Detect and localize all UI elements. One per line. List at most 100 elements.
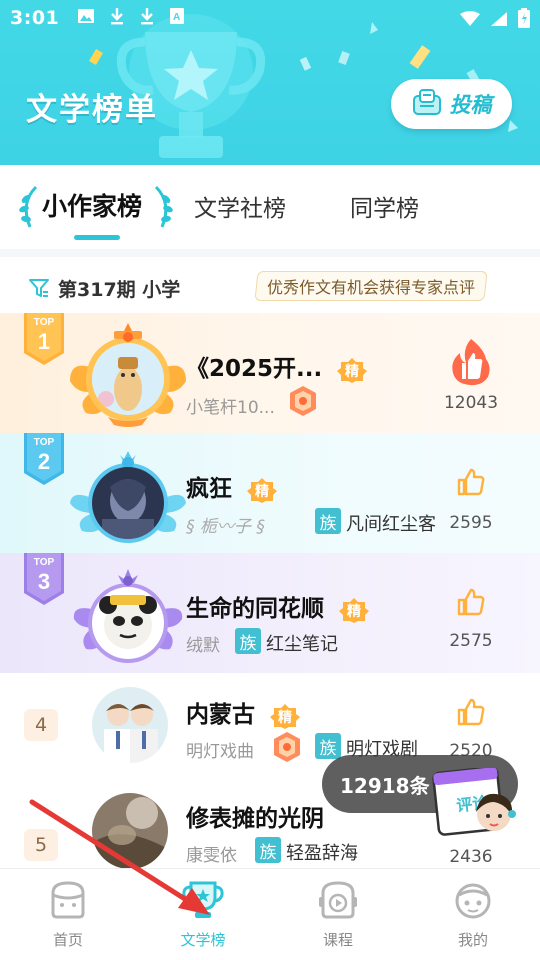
top-label: TOP	[34, 437, 55, 448]
author-name[interactable]: 康雯依	[186, 841, 237, 866]
article-title: 《2025开... 精	[186, 349, 368, 383]
svg-text:A: A	[173, 12, 180, 23]
author-name-text: 栀〰子	[199, 517, 251, 537]
author-name[interactable]: 绒默	[186, 631, 220, 656]
article-title-text: 内蒙古	[186, 702, 255, 728]
article-title: 疯狂 精	[186, 469, 278, 503]
top-label: TOP	[34, 317, 55, 328]
top-2-badge: TOP 2	[24, 433, 64, 485]
like-icon[interactable]	[456, 467, 486, 497]
comment-mascot-icon[interactable]: 评论	[430, 768, 520, 842]
profile-robot-icon	[455, 883, 491, 919]
avatar[interactable]	[92, 467, 164, 539]
submit-icon	[412, 88, 442, 120]
level-badge-icon	[274, 732, 300, 762]
signal-icon	[490, 10, 508, 32]
article-title-text: 疯狂	[186, 476, 232, 502]
issue-grade-filter[interactable]: 第317期 小学	[58, 275, 180, 302]
article-title-text: 《2025开...	[186, 356, 323, 382]
tab-classmates[interactable]: 同学榜	[350, 189, 419, 223]
rank-number: 2	[38, 449, 50, 474]
like-icon[interactable]	[456, 697, 486, 727]
header-banner: 3:01 A 文学榜单 投稿	[0, 0, 540, 165]
nav-label: 首页	[52, 931, 83, 949]
article-title: 内蒙古 精	[186, 695, 301, 729]
svg-text:精: 精	[345, 363, 359, 380]
page-title: 文学榜单	[26, 92, 158, 128]
like-count: 2436	[449, 847, 493, 867]
article-title-text: 修表摊的光阴	[186, 806, 324, 832]
course-play-icon	[319, 881, 357, 919]
like-count: 12043	[443, 393, 499, 413]
expert-review-promo: 优秀作文有机会获得专家点评	[254, 271, 488, 301]
article-title: 修表摊的光阴	[186, 799, 324, 833]
featured-badge: 精	[339, 597, 370, 623]
author-name[interactable]: § 栀〰子 §	[186, 512, 265, 537]
top-label: TOP	[34, 557, 55, 568]
svg-text:精: 精	[255, 483, 269, 500]
laurel-left-icon	[19, 185, 38, 228]
promo-text: 优秀作文有机会获得专家点评	[267, 278, 476, 297]
nav-label: 课程	[322, 931, 353, 949]
avatar[interactable]	[92, 793, 168, 868]
ranking-tabs: 小作家榜 文学社榜 同学榜	[0, 165, 540, 249]
tab-young-writers[interactable]: 小作家榜	[42, 187, 142, 223]
avatar[interactable]	[92, 587, 164, 659]
top-1-badge: TOP 1	[24, 313, 64, 365]
author-name[interactable]: 明灯戏曲	[186, 737, 254, 762]
avatar-frame-silver	[68, 441, 188, 551]
app-notification-icon: A	[169, 7, 185, 30]
avatar[interactable]	[92, 343, 164, 415]
author-ornament-icon: §	[186, 517, 200, 537]
rank-number: 5	[24, 829, 58, 861]
clan-badge: 族	[315, 733, 341, 759]
laurel-right-icon	[154, 185, 173, 228]
article-title-text: 生命的同花顺	[186, 596, 324, 622]
comment-count: 12918条	[340, 774, 430, 798]
rank-number: 4	[24, 709, 58, 741]
article-title: 生命的同花顺 精	[186, 589, 370, 623]
clan-name[interactable]: 凡间红尘客	[346, 510, 436, 536]
nav-literature-rank[interactable]: 文学榜	[163, 879, 243, 950]
trophy-icon	[182, 881, 224, 918]
image-notification-icon	[77, 7, 95, 29]
like-icon-hot[interactable]	[448, 337, 494, 387]
battery-icon	[518, 8, 530, 33]
featured-badge: 精	[337, 357, 368, 383]
nav-profile[interactable]: 我的	[433, 879, 513, 950]
top-3-badge: TOP 3	[24, 553, 64, 605]
home-icon	[51, 881, 85, 919]
submit-label: 投稿	[449, 93, 492, 117]
level-badge-icon	[290, 386, 316, 416]
nav-courses[interactable]: 课程	[298, 879, 378, 950]
svg-text:精: 精	[278, 709, 292, 726]
submit-article-button[interactable]: 投稿	[391, 79, 512, 129]
author-name[interactable]: 小笔杆10...	[186, 393, 275, 418]
filter-icon[interactable]	[28, 277, 50, 303]
avatar[interactable]	[92, 687, 168, 763]
like-icon[interactable]	[456, 587, 486, 617]
clan-name[interactable]: 轻盈辞海	[286, 839, 358, 865]
tab-literary-clubs[interactable]: 文学社榜	[194, 189, 286, 223]
wifi-icon	[460, 10, 480, 32]
download-notification-icon	[109, 7, 125, 30]
ranking-row[interactable]: TOP 2 疯狂 精 § 栀〰子 § 族 凡间红尘客 2595	[0, 433, 540, 553]
featured-badge: 精	[247, 477, 278, 503]
nav-home[interactable]: 首页	[28, 879, 108, 950]
rank-number: 1	[38, 329, 50, 354]
nav-label: 文学榜	[180, 931, 226, 949]
svg-text:精: 精	[347, 603, 361, 620]
author-ornament-icon: §	[250, 517, 265, 537]
ranking-row[interactable]: TOP 1 《2025开... 精 小笔杆10... 12043	[0, 313, 540, 433]
avatar-frame-bronze	[68, 561, 188, 671]
clan-badge: 族	[235, 628, 261, 654]
bottom-navigation: 首页 文学榜 课程 我的	[0, 868, 540, 960]
clan-name[interactable]: 红尘笔记	[266, 630, 338, 656]
active-tab-indicator	[74, 235, 120, 240]
ranking-row[interactable]: TOP 3 生命的同花顺 精 绒默 族 红尘笔记 2575	[0, 553, 540, 673]
avatar-frame-gold	[68, 321, 188, 431]
download-notification-icon	[139, 7, 155, 30]
like-count: 2595	[449, 513, 493, 533]
rank-number: 3	[38, 569, 50, 594]
clan-badge: 族	[315, 508, 341, 534]
